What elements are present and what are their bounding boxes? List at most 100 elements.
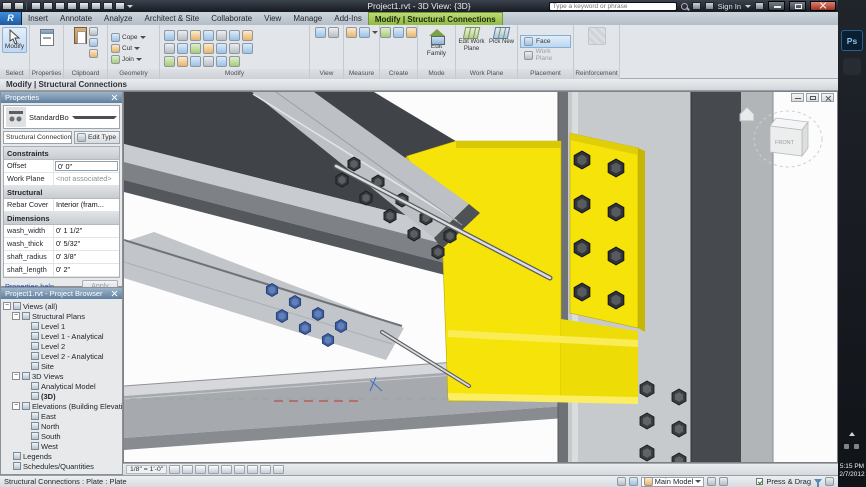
tree-item[interactable]: Analytical Model [1, 381, 122, 391]
wash-width-value[interactable]: 0' 1 1/2" [54, 225, 119, 237]
array-icon[interactable] [177, 43, 188, 54]
temporary-hide-icon[interactable] [260, 465, 271, 474]
system-clock[interactable]: 5:15 PM 2/7/2012 [838, 463, 866, 479]
undo-icon[interactable] [31, 2, 41, 10]
tree-item[interactable]: East [1, 411, 122, 421]
tab-architect-site[interactable]: Architect & Site [139, 12, 206, 25]
tray-volume-icon[interactable] [854, 444, 859, 449]
cut-geometry-button[interactable]: Cut [111, 43, 140, 54]
extend-icon[interactable] [242, 43, 253, 54]
tree-item[interactable]: Level 1 - Analytical [1, 331, 122, 341]
view-minimize-button[interactable] [791, 93, 804, 102]
help-icon[interactable] [755, 2, 764, 10]
edit-pinned-icon[interactable] [719, 477, 728, 486]
scale-button[interactable]: 1/8" = 1'-0" [126, 465, 167, 474]
sun-path-icon[interactable] [195, 465, 206, 474]
shadows-icon[interactable] [208, 465, 219, 474]
tree-item[interactable]: Level 2 [1, 341, 122, 351]
mirror-axis-icon[interactable] [164, 56, 175, 67]
category-filter-combo[interactable]: Structural Connection [3, 131, 72, 144]
minimize-button[interactable] [768, 1, 785, 11]
selection-count-icon[interactable] [825, 477, 834, 486]
close-icon[interactable] [111, 290, 118, 297]
edit-work-plane-button[interactable]: Edit Work Plane [458, 27, 486, 52]
rotate-icon[interactable] [229, 30, 240, 41]
align-icon[interactable] [164, 30, 175, 41]
rebar-cover-value[interactable]: Interior (fram... [54, 199, 119, 211]
tree-item[interactable]: South [1, 431, 122, 441]
unpin-icon[interactable] [216, 43, 227, 54]
tree-item[interactable]: Schedules/Quantities [1, 461, 122, 471]
scale-icon[interactable] [190, 43, 201, 54]
collapse-icon[interactable] [12, 312, 20, 320]
placement-work-plane-option[interactable]: Work Plane [520, 49, 571, 62]
trim-icon[interactable] [242, 30, 253, 41]
tab-view[interactable]: View [258, 12, 287, 25]
editing-requests-icon[interactable] [629, 477, 638, 486]
restore-button[interactable] [789, 1, 806, 11]
collapse-icon[interactable] [12, 402, 20, 410]
project-browser-header[interactable]: Project1.rvt - Project Browser [1, 288, 122, 299]
placement-face-option[interactable]: Face [520, 35, 571, 48]
tree-item[interactable]: 3D Views [1, 371, 122, 381]
tree-item[interactable]: Legends [1, 451, 122, 461]
split-gap-icon[interactable] [177, 56, 188, 67]
tab-insert[interactable]: Insert [22, 12, 54, 25]
filter-icon[interactable] [814, 479, 822, 484]
offset-icon[interactable] [177, 30, 188, 41]
exclude-options-icon[interactable] [707, 477, 716, 486]
type-selector[interactable]: StandardBoltArray [3, 105, 120, 129]
measure-icon[interactable] [67, 2, 77, 10]
sign-in-chevron-icon[interactable] [745, 5, 751, 8]
pick-new-host-button[interactable]: Pick New [488, 27, 516, 46]
tab-add-ins[interactable]: Add-Ins [328, 12, 368, 25]
copy-tool-icon[interactable] [216, 30, 227, 41]
dimension-icon[interactable] [359, 27, 370, 38]
detail-level-icon[interactable] [169, 465, 180, 474]
search-input[interactable] [549, 2, 677, 11]
open-icon[interactable] [2, 2, 12, 10]
collapse-icon[interactable] [12, 372, 20, 380]
redo-icon[interactable] [43, 2, 53, 10]
crop-view-icon[interactable] [234, 465, 245, 474]
create-similar-icon[interactable] [393, 27, 404, 38]
cope-button[interactable]: Cope [111, 32, 146, 43]
tab-manage[interactable]: Manage [287, 12, 328, 25]
tree-item[interactable]: Level 2 - Analytical [1, 351, 122, 361]
model-canvas[interactable]: FRONT [124, 92, 838, 463]
create-assembly-icon[interactable] [406, 27, 417, 38]
tree-item[interactable]: Views (all) [1, 301, 122, 311]
close-button[interactable] [810, 1, 836, 11]
copy-icon[interactable] [89, 38, 98, 47]
tab-collaborate[interactable]: Collaborate [205, 12, 258, 25]
text-icon[interactable] [91, 2, 101, 10]
sign-in-link[interactable]: Sign In [718, 2, 741, 11]
measure-tool-icon[interactable] [346, 27, 357, 38]
offset-value[interactable]: 0' 0" [55, 161, 118, 171]
drawing-area-3d-view[interactable]: FRONT [123, 91, 838, 463]
reveal-hidden-icon[interactable] [273, 465, 284, 474]
photoshop-taskbar-icon[interactable]: Ps [841, 30, 863, 51]
close-icon[interactable] [111, 94, 118, 101]
tree-item[interactable]: Site [1, 361, 122, 371]
group-dimensions[interactable]: Dimensions [4, 212, 119, 225]
view-restore-button[interactable] [806, 93, 819, 102]
match-type-icon[interactable] [89, 49, 98, 58]
communication-center-icon[interactable] [705, 2, 714, 10]
chevron-down-icon[interactable] [372, 31, 378, 34]
group-constraints[interactable]: Constraints [4, 147, 119, 160]
tree-item[interactable]: Structural Plans [1, 311, 122, 321]
delete-icon[interactable] [229, 43, 240, 54]
join-button[interactable]: Join [111, 54, 142, 65]
create-group-icon[interactable] [380, 27, 391, 38]
shaft-length-value[interactable]: 0' 2" [54, 264, 119, 276]
pin-icon[interactable] [203, 43, 214, 54]
collapse-icon[interactable] [3, 302, 11, 310]
subscription-icon[interactable] [692, 2, 701, 10]
print-icon[interactable] [55, 2, 65, 10]
linework-icon[interactable] [229, 56, 240, 67]
worksets-icon[interactable] [617, 477, 626, 486]
tab-analyze[interactable]: Analyze [98, 12, 138, 25]
edit-type-button[interactable]: Edit Type [74, 131, 120, 144]
tree-item[interactable]: West [1, 441, 122, 451]
